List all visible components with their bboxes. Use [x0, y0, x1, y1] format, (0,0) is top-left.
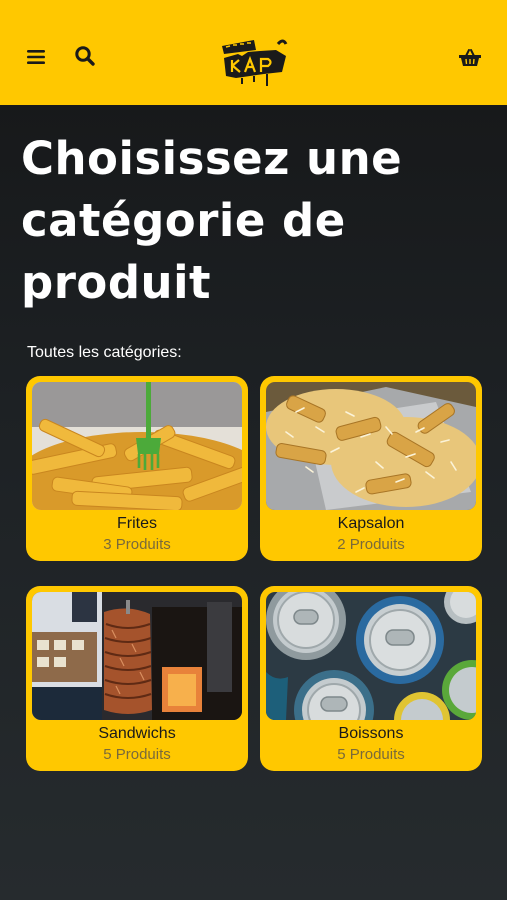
category-count: 3 Produits [103, 536, 171, 553]
category-card-kapsalon[interactable]: Kapsalon 2 Produits [260, 376, 482, 561]
category-image-kapsalon [266, 382, 476, 510]
category-name: Sandwichs [98, 725, 176, 742]
hamburger-menu-icon [27, 50, 45, 64]
category-count: 5 Produits [103, 746, 171, 763]
category-card-sandwichs[interactable]: Sandwichs 5 Produits [26, 586, 248, 771]
logo-graffiti-icon [222, 39, 288, 86]
category-name: Boissons [338, 725, 404, 742]
category-name: Frites [117, 515, 157, 532]
category-count: 2 Produits [337, 536, 405, 553]
category-count: 5 Produits [337, 746, 405, 763]
street-kap-logo[interactable] [220, 36, 290, 88]
category-card-frites[interactable]: Frites 3 Produits [26, 376, 248, 561]
category-image-frites [32, 382, 242, 510]
search-icon [75, 46, 95, 66]
app-header [0, 0, 507, 105]
category-name: Kapsalon [337, 515, 405, 532]
category-card-boissons[interactable]: Boissons 5 Produits [260, 586, 482, 771]
page-title: Choisissez une catégorie de produit [21, 132, 403, 309]
menu-button[interactable] [22, 43, 50, 71]
category-image-sandwichs [32, 592, 242, 720]
categories-subtitle: Toutes les catégories: [27, 344, 182, 361]
shopping-basket-icon [459, 49, 481, 66]
search-button[interactable] [71, 42, 99, 70]
cart-button[interactable] [456, 44, 484, 72]
category-image-boissons [266, 592, 476, 720]
